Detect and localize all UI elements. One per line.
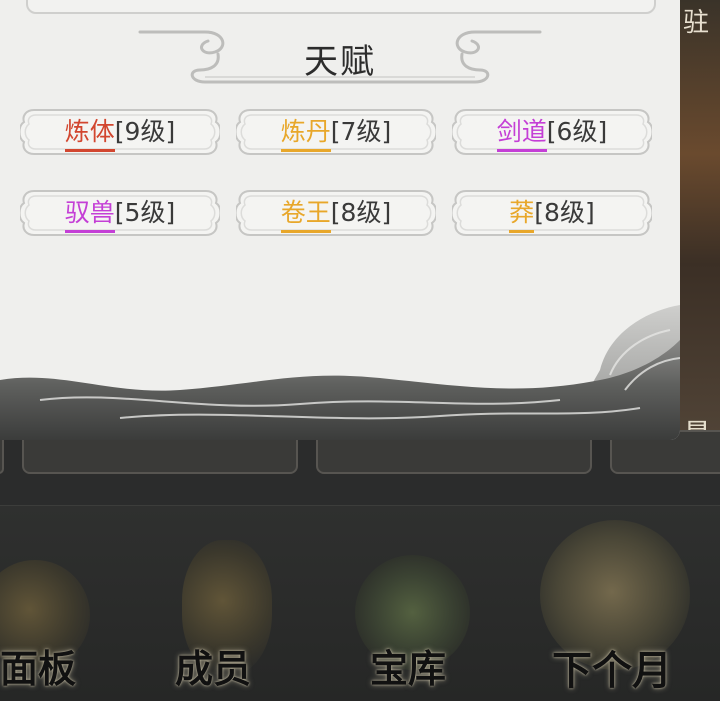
nav-label-next-month: 下个月	[552, 647, 672, 694]
talent-name: 卷王	[280, 193, 331, 233]
talent-juanwang[interactable]: 卷王 [8级]	[236, 185, 436, 241]
modal-top-border	[26, 0, 656, 14]
talent-name: 剑道	[496, 112, 547, 152]
talent-name: 炼体	[64, 112, 115, 152]
background-partial-char: 驻	[683, 8, 710, 38]
talent-name: 莽	[509, 193, 535, 233]
background-scene-right	[680, 0, 720, 440]
nav-item-members[interactable]: 成员	[160, 520, 300, 700]
nav-label-members: 成员	[175, 646, 252, 691]
talent-name: 驭兽	[64, 193, 115, 233]
talent-mang[interactable]: 莽 [8级]	[452, 185, 652, 241]
ink-wave-decoration	[0, 305, 680, 440]
talent-lianti[interactable]: 炼体 [9级]	[20, 104, 220, 160]
talent-modal: 天赋 炼体 [9级] 炼丹 [7级] 剑道 [6级] 驭兽 [5级] 卷王 [8级] 莽 [8级]	[0, 0, 680, 440]
nav-item-next-month[interactable]: 下个月	[530, 520, 720, 700]
talent-jiandao[interactable]: 剑道 [6级]	[452, 104, 652, 160]
nav-item-panel[interactable]: 面板	[0, 520, 110, 700]
talent-yushou[interactable]: 驭兽 [5级]	[20, 185, 220, 241]
talent-liandan[interactable]: 炼丹 [7级]	[236, 104, 436, 160]
modal-title: 天赋	[304, 42, 376, 82]
talent-name: 炼丹	[280, 112, 331, 152]
talent-level: [9级]	[114, 117, 176, 146]
talent-level: [5级]	[114, 198, 176, 227]
talent-level: [8级]	[534, 198, 595, 227]
nav-label-panel: 面板	[0, 646, 77, 691]
talent-level: [8级]	[330, 198, 392, 227]
nav-item-treasury[interactable]: 宝库	[345, 520, 485, 700]
talent-level: [6级]	[546, 117, 608, 146]
title-banner: 天赋	[130, 20, 550, 90]
nav-label-treasury: 宝库	[370, 646, 447, 691]
talent-level: [7级]	[330, 117, 392, 146]
